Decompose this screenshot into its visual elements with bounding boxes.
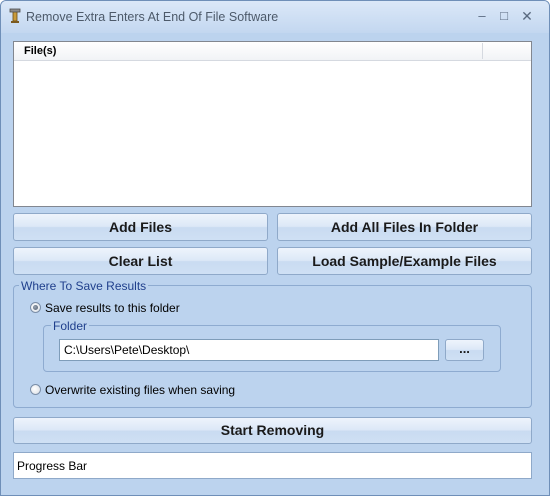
app-tool-icon [9, 8, 21, 23]
progress-bar: Progress Bar [13, 452, 532, 479]
start-removing-button[interactable]: Start Removing [13, 417, 532, 444]
add-files-button[interactable]: Add Files [13, 213, 268, 241]
app-window: Remove Extra Enters At End Of File Softw… [0, 0, 550, 496]
overwrite-label[interactable]: Overwrite existing files when saving [45, 383, 235, 397]
progress-bar-label: Progress Bar [17, 459, 88, 473]
minimize-button[interactable]: – [471, 7, 493, 25]
overwrite-radio[interactable] [30, 384, 41, 395]
close-button[interactable]: ✕ [516, 7, 538, 25]
column-header-files[interactable]: File(s) [24, 45, 56, 57]
window-title: Remove Extra Enters At End Of File Softw… [26, 10, 279, 24]
column-separator[interactable] [482, 43, 483, 59]
folder-path-input[interactable]: C:\Users\Pete\Desktop\ [59, 339, 439, 361]
browse-folder-button[interactable]: ... [445, 339, 484, 361]
save-to-folder-radio[interactable] [30, 302, 41, 313]
title-bar[interactable]: Remove Extra Enters At End Of File Softw… [1, 1, 549, 33]
folder-legend: Folder [51, 319, 90, 333]
radio-selected-dot [33, 305, 38, 310]
file-list-header: File(s) [14, 42, 531, 61]
clear-list-button[interactable]: Clear List [13, 247, 268, 275]
file-list[interactable]: File(s) [13, 41, 532, 207]
save-to-folder-label[interactable]: Save results to this folder [45, 301, 180, 315]
save-results-legend: Where To Save Results [19, 279, 149, 293]
add-all-files-in-folder-button[interactable]: Add All Files In Folder [277, 213, 532, 241]
maximize-button[interactable]: □ [493, 7, 515, 25]
load-sample-files-button[interactable]: Load Sample/Example Files [277, 247, 532, 275]
